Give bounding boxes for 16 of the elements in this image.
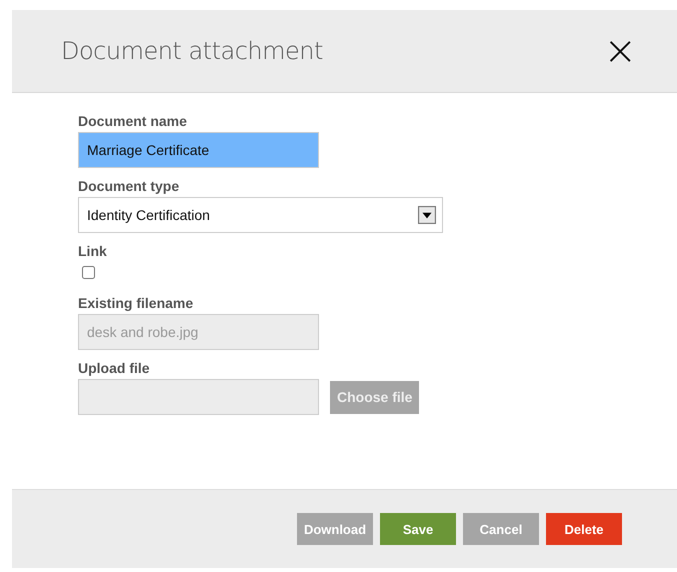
action-button[interactable]: Delete — [546, 513, 622, 545]
dropdown-field[interactable]: Identity Certification — [78, 197, 443, 233]
checkbox[interactable] — [82, 266, 95, 279]
close-button[interactable]: × — [603, 31, 637, 71]
dialog-title: Document attachment — [61, 37, 323, 65]
action-button[interactable]: Save — [380, 513, 456, 545]
field-label: Document type — [78, 178, 180, 194]
field-label: Document name — [78, 113, 187, 129]
action-button[interactable]: Cancel — [463, 513, 539, 545]
action-button[interactable]: Download — [297, 513, 373, 545]
field-label: Upload file — [78, 360, 150, 376]
text-field[interactable]: Marriage Certificate — [78, 132, 319, 168]
filename-field: desk and robe.jpg — [78, 314, 319, 350]
field-label: Existing filename — [78, 295, 194, 311]
caret-icon — [418, 206, 436, 224]
field-label: Link — [78, 243, 107, 259]
